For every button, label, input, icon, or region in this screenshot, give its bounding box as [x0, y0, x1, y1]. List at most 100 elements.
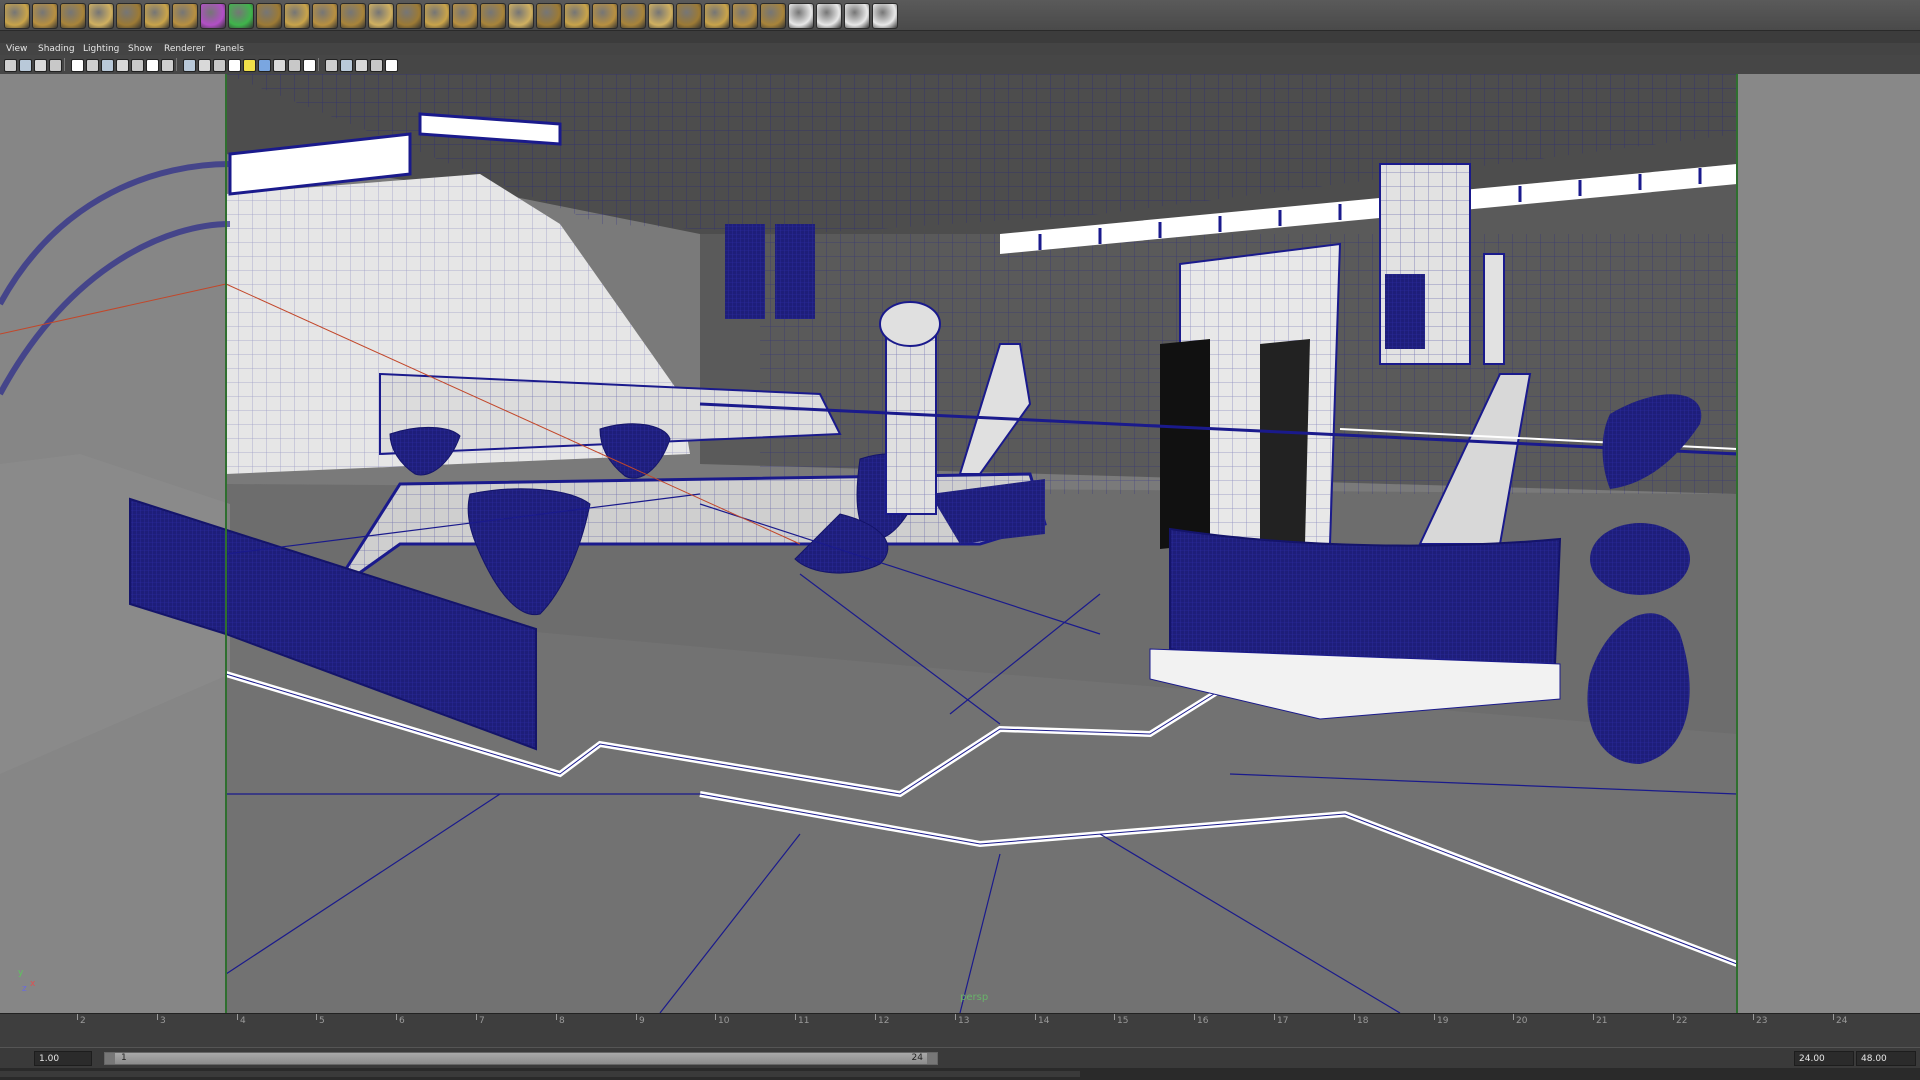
time-tick	[875, 1014, 876, 1020]
booleans-icon[interactable]	[368, 3, 394, 29]
toolbar-separator	[318, 58, 319, 71]
smooth-icon[interactable]	[340, 3, 366, 29]
menu-shading[interactable]: Shading	[38, 43, 75, 55]
time-tick	[795, 1014, 796, 1020]
shadows-icon[interactable]	[258, 59, 271, 72]
menu-lighting[interactable]: Lighting	[83, 43, 119, 55]
time-tick-label: 2	[80, 1016, 86, 1026]
camera-attributes-icon[interactable]	[19, 59, 32, 72]
poly-pyramid-icon[interactable]	[172, 3, 198, 29]
safe-title-icon[interactable]	[161, 59, 174, 72]
depth-of-field-icon[interactable]	[325, 59, 338, 72]
time-tick-label: 6	[399, 1016, 405, 1026]
grid-icon[interactable]	[71, 59, 84, 72]
separate-icon[interactable]	[284, 3, 310, 29]
time-tick	[396, 1014, 397, 1020]
unfold-uvs-icon[interactable]	[844, 3, 870, 29]
start-time-field[interactable]: 1.00	[34, 1051, 92, 1066]
axis-z-label: z	[22, 984, 27, 994]
max-time-field[interactable]: 48.00	[1856, 1051, 1916, 1066]
menu-panels[interactable]: Panels	[215, 43, 244, 55]
isolate-select-icon[interactable]	[340, 59, 353, 72]
time-tick-label: 20	[1516, 1016, 1528, 1026]
wireframe-icon[interactable]	[183, 59, 196, 72]
select-camera-icon[interactable]	[4, 59, 17, 72]
xray-icon[interactable]	[355, 59, 368, 72]
range-start-handle[interactable]	[105, 1053, 115, 1064]
bevel-icon[interactable]	[564, 3, 590, 29]
time-tick	[1833, 1014, 1834, 1020]
sculpt-icon[interactable]	[620, 3, 646, 29]
time-tick	[1593, 1014, 1594, 1020]
axis-x-label: x	[30, 979, 36, 989]
end-time-field[interactable]: 24.00	[1794, 1051, 1854, 1066]
time-tick	[636, 1014, 637, 1020]
xray-joints-icon[interactable]	[370, 59, 383, 72]
wireframe-on-shaded-icon[interactable]	[213, 59, 226, 72]
split-polygon-icon[interactable]	[536, 3, 562, 29]
time-tick-label: 3	[160, 1016, 166, 1026]
checker-icon[interactable]	[872, 3, 898, 29]
viewport-toolbar	[0, 55, 1920, 75]
combine-icon[interactable]	[256, 3, 282, 29]
gate-mask-icon[interactable]	[116, 59, 129, 72]
backface-culling-icon[interactable]	[385, 59, 398, 72]
time-tick	[1194, 1014, 1195, 1020]
bridge-icon[interactable]	[452, 3, 478, 29]
mirror-icon[interactable]	[396, 3, 422, 29]
poly-cone-icon[interactable]	[88, 3, 114, 29]
spherical-mapping-icon[interactable]	[704, 3, 730, 29]
cylindrical-mapping-icon[interactable]	[676, 3, 702, 29]
screen-space-ao-icon[interactable]	[273, 59, 286, 72]
planar-mapping-icon[interactable]	[648, 3, 674, 29]
smooth-shade-icon[interactable]	[198, 59, 211, 72]
time-tick-label: 16	[1197, 1016, 1209, 1026]
anti-aliasing-icon[interactable]	[303, 59, 316, 72]
poly-plane-icon[interactable]	[116, 3, 142, 29]
shelf-separator	[0, 31, 1920, 43]
safe-action-icon[interactable]	[146, 59, 159, 72]
time-tick-label: 17	[1277, 1016, 1289, 1026]
use-all-lights-icon[interactable]	[243, 59, 256, 72]
range-slider[interactable]: 1 24	[104, 1052, 938, 1065]
bookmarks-icon[interactable]	[34, 59, 47, 72]
poly-torus-icon[interactable]	[144, 3, 170, 29]
extract-icon[interactable]	[312, 3, 338, 29]
time-tick-label: 8	[559, 1016, 565, 1026]
poly-cube-icon[interactable]	[32, 3, 58, 29]
time-slider[interactable]: 2 3 4 5 6 7 8 9 10 11 12 13 14 15 16 17 18 19 20 21 22 23 24	[0, 1013, 1920, 1048]
axis-y-label: y	[18, 968, 24, 978]
poly-pipe-icon[interactable]	[200, 3, 226, 29]
extrude-icon[interactable]	[424, 3, 450, 29]
motion-blur-icon[interactable]	[288, 59, 301, 72]
resolution-gate-icon[interactable]	[101, 59, 114, 72]
append-polygon-icon[interactable]	[480, 3, 506, 29]
checker-map-icon[interactable]	[788, 3, 814, 29]
image-plane-icon[interactable]	[49, 59, 62, 72]
time-tick	[1673, 1014, 1674, 1020]
automatic-mapping-icon[interactable]	[732, 3, 758, 29]
time-tick-label: 13	[958, 1016, 970, 1026]
soccer-ball-icon[interactable]	[228, 3, 254, 29]
time-tick	[1114, 1014, 1115, 1020]
field-chart-icon[interactable]	[131, 59, 144, 72]
command-line-strip	[0, 1068, 1920, 1080]
range-end-handle[interactable]	[927, 1053, 937, 1064]
insert-edge-loop-icon[interactable]	[592, 3, 618, 29]
menu-view[interactable]: View	[6, 43, 27, 55]
command-line-field[interactable]	[0, 1071, 1080, 1077]
range-end-label: 24	[911, 1053, 923, 1063]
time-tick-label: 18	[1357, 1016, 1369, 1026]
perspective-viewport[interactable]	[0, 74, 1920, 1013]
time-tick	[1434, 1014, 1435, 1020]
poly-cylinder-icon[interactable]	[60, 3, 86, 29]
menu-show[interactable]: Show	[128, 43, 152, 55]
poly-sphere-icon[interactable]	[4, 3, 30, 29]
layout-uvs-icon[interactable]	[816, 3, 842, 29]
camera-name-label: persp	[960, 992, 989, 1003]
fill-hole-icon[interactable]	[508, 3, 534, 29]
uv-editor-icon[interactable]	[760, 3, 786, 29]
film-gate-icon[interactable]	[86, 59, 99, 72]
menu-renderer[interactable]: Renderer	[164, 43, 205, 55]
textured-icon[interactable]	[228, 59, 241, 72]
